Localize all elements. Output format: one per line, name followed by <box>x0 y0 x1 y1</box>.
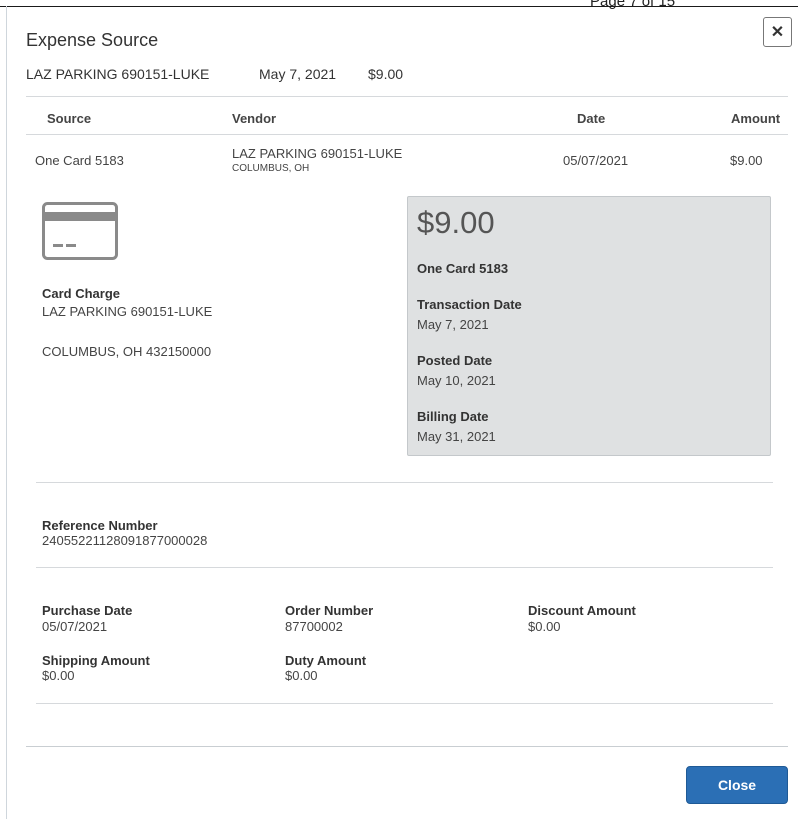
purchase-date-label: Purchase Date <box>42 603 133 618</box>
credit-card-icon <box>42 202 118 260</box>
shipping-amount-label: Shipping Amount <box>42 653 150 668</box>
page-number-label: Page 7 of 15 <box>590 0 676 10</box>
summary-amount: $9.00 <box>368 66 404 82</box>
discount-amount-value: $0.00 <box>528 619 561 634</box>
billing-date-value: May 31, 2021 <box>417 429 496 444</box>
shipping-amount-value: $0.00 <box>42 668 75 683</box>
transaction-detail-panel: $9.00 One Card 5183 Transaction Date May… <box>407 196 771 456</box>
card-merchant: LAZ PARKING 690151-LUKE <box>42 304 213 319</box>
footer-divider <box>26 746 788 747</box>
purchase-date-value: 05/07/2021 <box>42 619 108 634</box>
close-button[interactable]: Close <box>686 766 788 804</box>
discount-amount-label: Discount Amount <box>528 603 636 618</box>
section-divider <box>36 567 773 568</box>
row-vendor: LAZ PARKING 690151-LUKE <box>232 146 403 161</box>
card-charge-label: Card Charge <box>42 286 121 301</box>
transaction-date-value: May 7, 2021 <box>417 317 489 332</box>
reference-number-label: Reference Number <box>42 518 158 533</box>
posted-date-value: May 10, 2021 <box>417 373 496 388</box>
close-icon[interactable]: ✕ <box>763 17 792 47</box>
billing-date-label: Billing Date <box>417 409 489 424</box>
column-header-amount[interactable]: Amount <box>731 111 780 126</box>
order-number-value: 87700002 <box>285 619 343 634</box>
duty-amount-label: Duty Amount <box>285 653 367 668</box>
row-source: One Card 5183 <box>35 153 124 168</box>
modal-title: Expense Source <box>26 30 159 50</box>
section-divider <box>36 482 773 483</box>
summary-date: May 7, 2021 <box>259 66 337 82</box>
column-header-source[interactable]: Source <box>47 111 91 126</box>
column-header-vendor[interactable]: Vendor <box>232 111 276 126</box>
card-address: COLUMBUS, OH 432150000 <box>42 344 212 359</box>
section-divider <box>36 703 773 704</box>
detail-amount: $9.00 <box>417 205 495 240</box>
table-header-divider <box>26 134 788 135</box>
detail-card-name: One Card 5183 <box>417 261 509 276</box>
transaction-date-label: Transaction Date <box>417 297 522 312</box>
header-divider <box>26 96 788 97</box>
reference-number-value: 24055221128091877000028 <box>42 533 208 548</box>
row-date: 05/07/2021 <box>563 153 629 168</box>
order-number-label: Order Number <box>285 603 374 618</box>
top-divider <box>0 6 798 7</box>
column-header-date[interactable]: Date <box>577 111 605 126</box>
modal-left-border <box>6 6 7 819</box>
row-vendor-location: COLUMBUS, OH <box>232 163 310 174</box>
row-amount: $9.00 <box>730 153 763 168</box>
posted-date-label: Posted Date <box>417 353 493 368</box>
duty-amount-value: $0.00 <box>285 668 318 683</box>
summary-vendor: LAZ PARKING 690151-LUKE <box>26 66 210 82</box>
